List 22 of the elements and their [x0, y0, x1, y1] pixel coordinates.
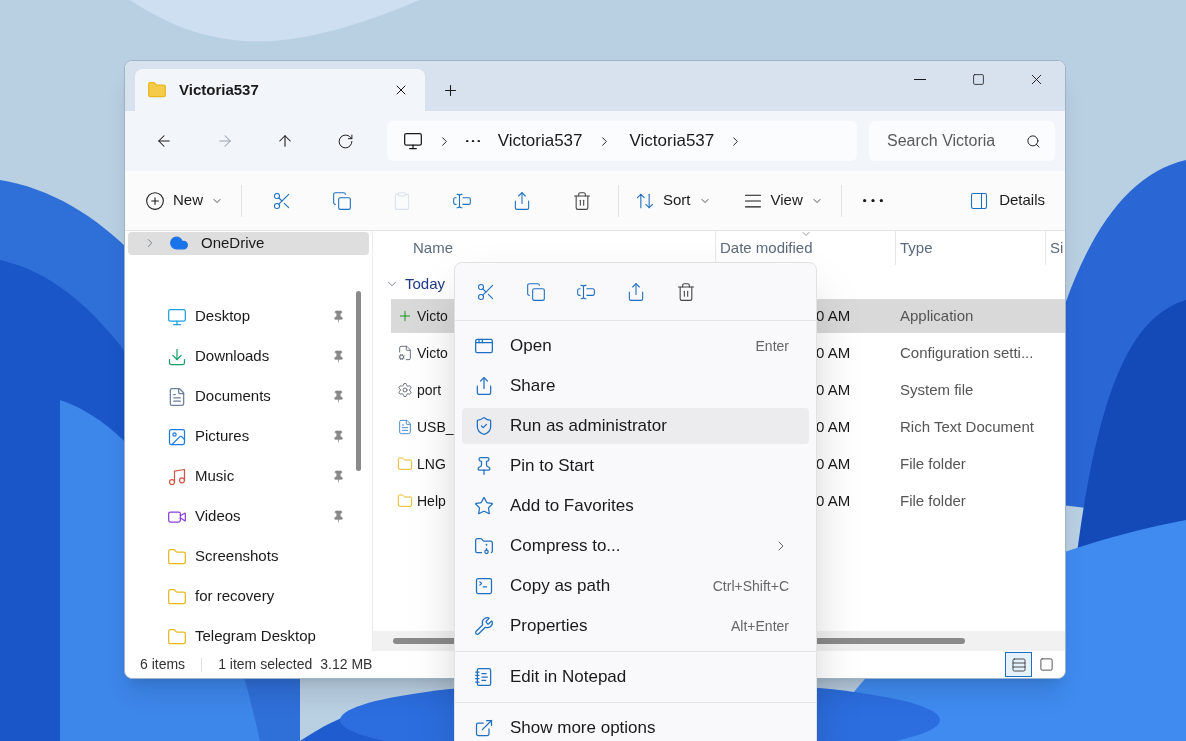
tab-title: Victoria537 [179, 79, 260, 100]
type-cell-text: System file [900, 379, 974, 400]
file-name: Victo [417, 306, 448, 326]
type-cell-text: File folder [900, 490, 966, 511]
item-count: 6 items [140, 655, 186, 674]
date-cell-text: 0 AM [816, 342, 852, 363]
date-cell-text: 0 AM [816, 416, 852, 437]
file-name: LNG [417, 454, 446, 474]
type-cell-text: Configuration setti... [900, 342, 1034, 363]
file-name: USB_ [417, 417, 454, 437]
selection-size: 3.12 MB [320, 655, 373, 674]
date-cell-text: 0 AM [816, 379, 852, 400]
date-cell-text: 0 AM [816, 490, 852, 511]
date-cell-text: 0 AM [816, 305, 852, 326]
file-name: port [417, 380, 442, 400]
file-name: Help [417, 491, 446, 511]
date-cell-text: 0 AM [816, 453, 852, 474]
type-cell-text: File folder [900, 453, 966, 474]
type-cell-text: Rich Text Document [900, 416, 1034, 437]
file-name: Victo [417, 343, 448, 363]
type-cell-text: Application [900, 305, 974, 326]
selection-info: 1 item selected [218, 655, 313, 674]
